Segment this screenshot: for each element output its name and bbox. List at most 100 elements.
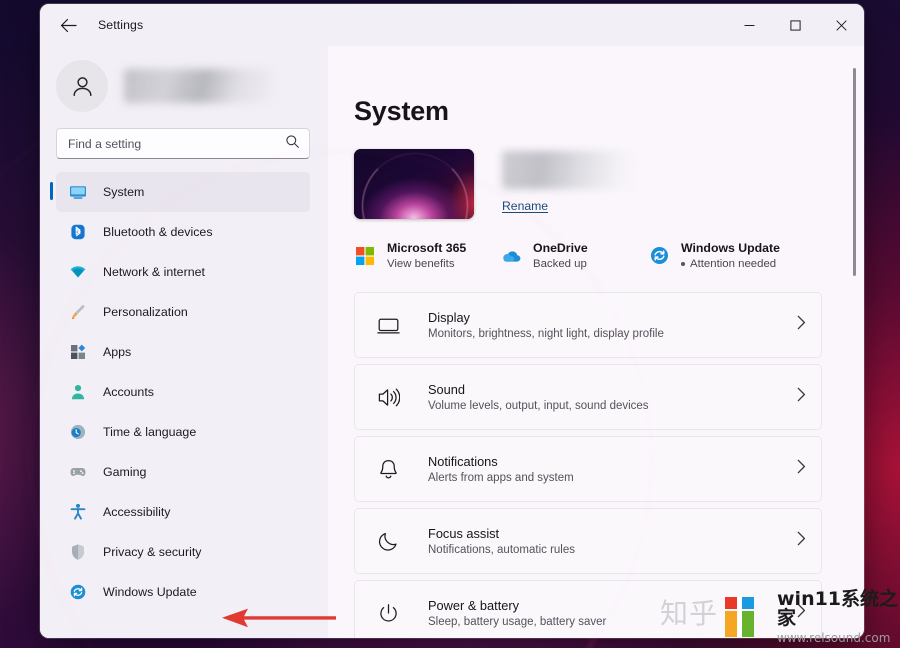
scrollbar-thumb[interactable] xyxy=(853,68,856,276)
gamepad-icon xyxy=(68,463,87,482)
minimize-icon[interactable] xyxy=(726,4,772,46)
clock-globe-icon xyxy=(68,423,87,442)
sidebar-item-label: Accessibility xyxy=(103,505,171,519)
attention-dot-icon xyxy=(681,262,685,266)
annotation-arrow-icon xyxy=(222,608,336,628)
user-name-redacted xyxy=(124,69,274,103)
power-icon xyxy=(376,601,400,625)
settings-card-subtitle: Alerts from apps and system xyxy=(428,472,574,484)
settings-card-notifications[interactable]: Notifications Alerts from apps and syste… xyxy=(354,436,822,502)
page-title: System xyxy=(354,96,449,126)
settings-card-title: Focus assist xyxy=(428,526,500,541)
sidebar-item-gaming[interactable]: Gaming xyxy=(56,452,310,492)
chevron-right-icon xyxy=(797,459,806,479)
sidebar-item-accounts[interactable]: Accounts xyxy=(56,372,310,412)
rename-link[interactable]: Rename xyxy=(502,199,636,213)
zhihu-watermark: 知乎 xyxy=(660,597,719,630)
sidebar-item-personalization[interactable]: Personalization xyxy=(56,292,310,332)
bluetooth-icon xyxy=(68,223,87,242)
status-tiles-row: Microsoft 365 View benefits OneDrive Bac… xyxy=(354,241,822,270)
accessibility-person-icon xyxy=(68,503,87,522)
sidebar-item-label: Privacy & security xyxy=(103,545,202,559)
status-tile-subtitle: Backed up xyxy=(533,258,587,270)
desktop-background: Settings Find a setting System Bluetooth… xyxy=(0,0,900,648)
main-content: System Rename Microsoft 365 View benefit… xyxy=(328,46,864,638)
sidebar-item-label: Network & internet xyxy=(103,265,205,279)
sidebar-item-network-internet[interactable]: Network & internet xyxy=(56,252,310,292)
status-tile-onedrive[interactable]: OneDrive Backed up xyxy=(500,241,648,270)
win11-logo-icon xyxy=(716,593,772,641)
sidebar-item-label: Apps xyxy=(103,345,132,359)
settings-card-subtitle: Monitors, brightness, night light, displ… xyxy=(428,328,664,340)
apps-grid-icon xyxy=(68,343,87,362)
bell-icon xyxy=(376,457,400,481)
person-icon xyxy=(68,383,87,402)
status-tile-subtitle-wrapper: Attention needed xyxy=(681,258,780,270)
status-tile-title: Windows Update xyxy=(681,241,780,255)
settings-card-subtitle: Volume levels, output, input, sound devi… xyxy=(428,400,649,412)
window-controls xyxy=(726,4,864,46)
sidebar-item-label: Personalization xyxy=(103,305,188,319)
update-refresh-icon xyxy=(648,245,670,267)
sidebar: System Bluetooth & devices xyxy=(40,46,328,638)
settings-card-sound[interactable]: Sound Volume levels, output, input, soun… xyxy=(354,364,822,430)
sidebar-item-apps[interactable]: Apps xyxy=(56,332,310,372)
status-tile-microsoft-365[interactable]: Microsoft 365 View benefits xyxy=(354,241,500,270)
main-scrollbar[interactable] xyxy=(849,68,859,628)
chevron-right-icon xyxy=(797,387,806,407)
speaker-icon xyxy=(376,385,400,409)
onedrive-cloud-icon xyxy=(500,245,522,267)
search-input-wrapper[interactable] xyxy=(56,128,310,159)
status-tile-subtitle: Attention needed xyxy=(690,258,777,270)
sidebar-item-system[interactable]: System xyxy=(50,172,310,212)
chevron-right-icon xyxy=(797,315,806,335)
settings-card-subtitle: Notifications, automatic rules xyxy=(428,544,576,556)
status-tile-title: Microsoft 365 xyxy=(387,241,467,255)
status-tile-title: OneDrive xyxy=(533,241,588,255)
settings-cards-list: Display Monitors, brightness, night ligh… xyxy=(354,292,822,638)
sidebar-item-label: Bluetooth & devices xyxy=(103,225,213,239)
wifi-icon xyxy=(68,263,87,282)
site-watermark-title: win11系统之家 xyxy=(777,588,899,629)
maximize-icon[interactable] xyxy=(772,4,818,46)
paintbrush-icon xyxy=(68,303,87,322)
sidebar-item-label: Gaming xyxy=(103,465,147,479)
settings-window: Settings Find a setting System Bluetooth… xyxy=(40,4,864,638)
person-avatar-icon xyxy=(56,60,108,112)
close-icon[interactable] xyxy=(818,4,864,46)
back-arrow-icon[interactable] xyxy=(51,10,85,40)
sidebar-item-label: System xyxy=(103,185,145,199)
sidebar-item-label: Windows Update xyxy=(103,585,197,599)
chevron-right-icon xyxy=(797,531,806,551)
search-input[interactable] xyxy=(68,136,285,151)
settings-card-title: Sound xyxy=(428,382,466,397)
moon-icon xyxy=(376,529,400,553)
monitor-icon xyxy=(68,183,87,202)
sidebar-item-label: Time & language xyxy=(103,425,197,439)
user-profile[interactable] xyxy=(40,46,328,128)
update-refresh-icon xyxy=(68,583,87,602)
site-watermark: win11系统之家 www.relsound.com xyxy=(716,590,900,644)
sidebar-item-accessibility[interactable]: Accessibility xyxy=(56,492,310,532)
sidebar-item-time-language[interactable]: Time & language xyxy=(56,412,310,452)
device-thumbnail xyxy=(354,149,474,219)
sidebar-item-label: Accounts xyxy=(103,385,154,399)
sidebar-item-privacy-security[interactable]: Privacy & security xyxy=(56,532,310,572)
settings-card-display[interactable]: Display Monitors, brightness, night ligh… xyxy=(354,292,822,358)
window-title: Settings xyxy=(98,18,144,32)
search-icon xyxy=(285,134,300,154)
settings-card-title: Display xyxy=(428,310,470,325)
window-titlebar: Settings xyxy=(40,4,864,46)
sidebar-item-bluetooth-devices[interactable]: Bluetooth & devices xyxy=(56,212,310,252)
device-name-redacted xyxy=(502,151,636,189)
shield-icon xyxy=(68,543,87,562)
status-tile-subtitle: View benefits xyxy=(387,258,455,270)
display-monitor-icon xyxy=(376,313,400,337)
main-scroll-area: System Rename Microsoft 365 View benefit… xyxy=(328,96,864,638)
status-tile-windows-update[interactable]: Windows Update Attention needed xyxy=(648,241,780,270)
device-summary: Rename xyxy=(354,149,822,219)
site-watermark-url: www.relsound.com xyxy=(777,631,891,645)
sidebar-nav-list: System Bluetooth & devices Network & int… xyxy=(40,172,328,638)
settings-card-title: Notifications xyxy=(428,454,498,469)
settings-card-focus-assist[interactable]: Focus assist Notifications, automatic ru… xyxy=(354,508,822,574)
